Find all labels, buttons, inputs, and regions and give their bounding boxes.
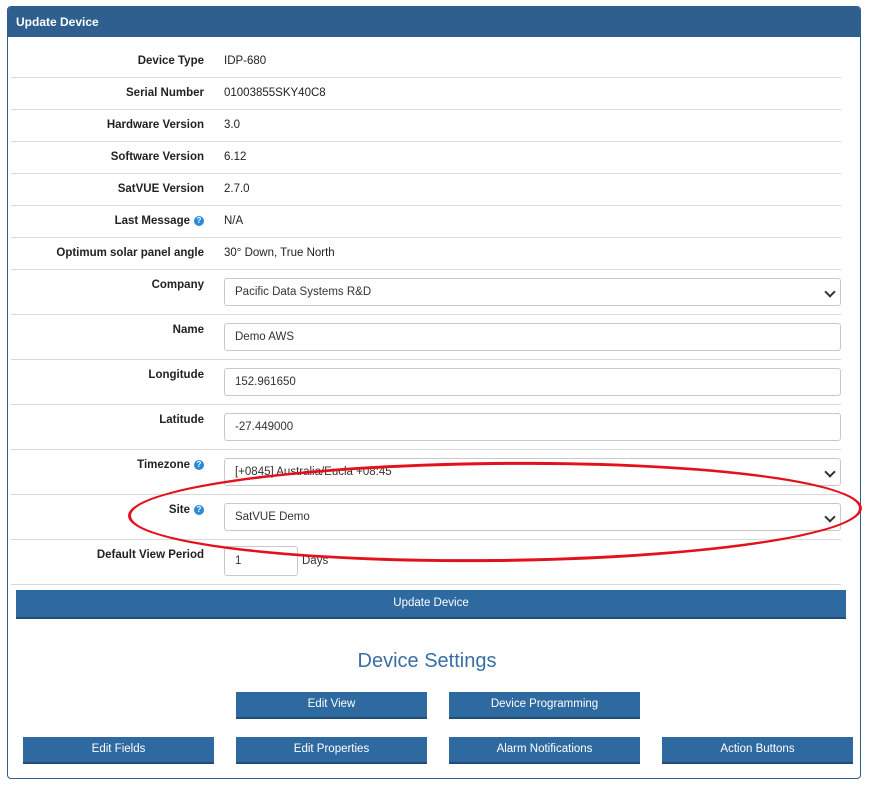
hardware-version-label: Hardware Version [106,119,204,131]
timezone-select-value: [+0845] Australia/Eucla +08:45 [235,466,392,478]
default-view-period-row: Default View Period 1 Days [11,540,841,585]
company-row: Company Pacific Data Systems R&D [11,270,841,315]
serial-number-value: 01003855SKY40C8 [224,87,326,99]
name-row: Name Demo AWS [11,315,841,360]
default-view-period-label: Default View Period [96,549,204,561]
software-version-row: Software Version 6.12 [11,142,841,174]
satvue-version-row: SatVUE Version 2.7.0 [11,174,841,206]
software-version-value: 6.12 [224,151,247,163]
name-input[interactable]: Demo AWS [224,323,841,351]
satvue-version-value: 2.7.0 [224,183,250,195]
solar-angle-value: 30° Down, True North [224,247,335,259]
company-select[interactable]: Pacific Data Systems R&D [224,278,841,306]
chevron-down-icon [824,511,836,523]
site-label: Site [168,504,190,516]
last-message-label: Last Message [114,215,190,227]
device-type-label: Device Type [137,55,204,67]
action-buttons-button[interactable]: Action Buttons [662,737,853,764]
satvue-version-label: SatVUE Version [117,183,204,195]
help-circle-icon[interactable]: ? [194,460,204,470]
device-settings-title: Device Settings [357,650,497,672]
longitude-row: Longitude 152.961650 [11,360,841,405]
default-view-period-input[interactable]: 1 [224,546,298,576]
latitude-label: Latitude [159,414,204,426]
help-circle-icon[interactable]: ? [194,216,204,226]
edit-fields-button[interactable]: Edit Fields [23,737,214,764]
site-row: Site? SatVUE Demo [11,495,841,540]
edit-properties-button[interactable]: Edit Properties [236,737,427,764]
last-message-label-wrap: Last Message? [115,215,204,227]
company-select-value: Pacific Data Systems R&D [235,286,372,298]
update-device-button[interactable]: Update Device [16,590,846,619]
timezone-row: Timezone? [+0845] Australia/Eucla +08:45 [11,450,841,495]
serial-number-row: Serial Number 01003855SKY40C8 [11,78,841,110]
hardware-version-value: 3.0 [224,119,240,131]
last-message-row: Last Message? N/A [11,206,841,238]
latitude-input[interactable]: -27.449000 [224,413,841,441]
alarm-notifications-button[interactable]: Alarm Notifications [449,737,640,764]
timezone-label-wrap: Timezone? [137,459,204,471]
hardware-version-row: Hardware Version 3.0 [11,110,841,142]
timezone-label: Timezone [137,459,190,471]
timezone-select[interactable]: [+0845] Australia/Eucla +08:45 [224,458,841,486]
default-view-period-unit: Days [302,555,329,567]
chevron-down-icon [824,286,836,298]
chevron-down-icon [824,466,836,478]
name-label: Name [172,324,204,336]
device-type-value: IDP-680 [224,55,267,67]
solar-angle-row: Optimum solar panel angle 30° Down, True… [11,238,841,270]
longitude-input[interactable]: 152.961650 [224,368,841,396]
panel-title: Update Device [8,7,860,37]
help-circle-icon[interactable]: ? [194,505,204,515]
serial-number-label: Serial Number [126,87,204,99]
solar-angle-label: Optimum solar panel angle [56,247,204,259]
latitude-row: Latitude -27.449000 [11,405,841,450]
longitude-label: Longitude [148,369,204,381]
device-form: Device Type IDP-680 Serial Number 010038… [11,46,841,585]
last-message-value: N/A [224,215,244,227]
software-version-label: Software Version [110,151,204,163]
site-select[interactable]: SatVUE Demo [224,503,841,531]
company-label: Company [151,279,204,291]
device-type-row: Device Type IDP-680 [11,46,841,78]
device-programming-button[interactable]: Device Programming [449,692,640,719]
edit-view-button[interactable]: Edit View [236,692,427,719]
site-select-value: SatVUE Demo [235,511,310,523]
site-label-wrap: Site? [169,504,204,516]
